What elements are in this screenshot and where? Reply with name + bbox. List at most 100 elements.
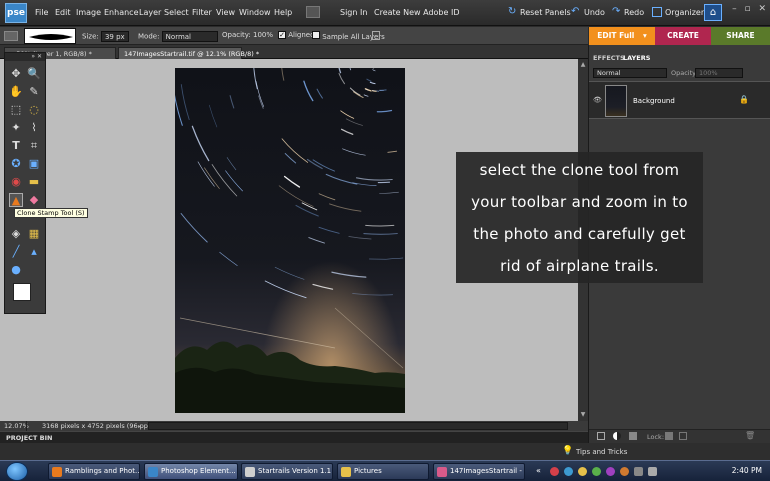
create-id-link[interactable]: Create New Adobe ID [374, 8, 459, 17]
menu-filter[interactable]: Filter [192, 8, 212, 17]
menu-edit[interactable]: Edit [55, 8, 71, 17]
menu-help[interactable]: Help [274, 8, 292, 17]
tray-app-icon-2[interactable] [564, 467, 573, 476]
sign-in-link[interactable]: Sign In [340, 8, 367, 17]
menu-enhance[interactable]: Enhance [104, 8, 139, 17]
taskbar-clock[interactable]: 2:40 PM [732, 466, 762, 475]
blend-mode-select[interactable]: Normal [593, 68, 667, 78]
tray-arrow-icon[interactable]: « [536, 466, 541, 475]
sponge-tool-icon[interactable]: ● [9, 263, 23, 277]
toolbox-header[interactable]: » ✕ [5, 53, 45, 61]
edit-full-button[interactable]: EDIT Full ▾ [589, 27, 655, 45]
clone-tool-preset-icon[interactable] [4, 31, 18, 41]
task-label: Photoshop Element... [161, 467, 236, 475]
undo-button[interactable]: Undo [584, 8, 605, 17]
volume-icon[interactable] [648, 467, 657, 476]
startrail-image [175, 68, 405, 413]
marquee-tool-icon[interactable]: ⬚ [9, 103, 23, 117]
tray-app-icon-4[interactable] [592, 467, 601, 476]
lock-all-icon[interactable] [679, 432, 687, 440]
close-icon[interactable]: ✕ [758, 4, 766, 14]
mode-select[interactable]: Normal [161, 31, 218, 42]
reset-panels-button[interactable]: Reset Panels [520, 8, 571, 17]
layer-opacity-input[interactable]: 100% [695, 68, 743, 78]
tray-app-icon-3[interactable] [578, 467, 587, 476]
red-eye-tool-icon[interactable]: ◉ [9, 175, 23, 189]
size-input[interactable]: 39 px [100, 31, 129, 42]
menu-view[interactable]: View [216, 8, 235, 17]
healing-brush-tool-icon[interactable]: ▬ [27, 175, 41, 189]
project-bin-bar[interactable]: PROJECT BIN [0, 431, 588, 443]
lock-transparent-icon[interactable] [665, 432, 673, 440]
system-tray: « [530, 463, 716, 480]
info-arrow-icon[interactable]: ▸ [138, 423, 141, 430]
trash-icon[interactable]: 🗑 [745, 431, 755, 440]
startrail-photo[interactable] [175, 68, 405, 413]
hand-tool-icon[interactable]: ✋ [9, 85, 23, 99]
opacity-input[interactable]: 100% [253, 31, 273, 39]
horizontal-scrollbar[interactable] [148, 422, 568, 430]
brush-tool-icon[interactable]: ╱ [9, 245, 23, 259]
task-photoshop-elements[interactable]: Photoshop Element... [144, 463, 238, 480]
tab-effects[interactable]: EFFECTS [593, 54, 625, 62]
foreground-color-swatch[interactable] [13, 283, 31, 301]
layer-thumbnail [605, 85, 627, 117]
network-icon[interactable] [634, 467, 643, 476]
create-button[interactable]: CREATE [655, 27, 711, 45]
maximize-icon[interactable]: ▫ [744, 4, 750, 14]
magic-wand-tool-icon[interactable]: ✦ [9, 121, 23, 135]
cookie-cutter-tool-icon[interactable]: ✪ [9, 157, 23, 171]
menu-window[interactable]: Window [239, 8, 271, 17]
task-startrail-image[interactable]: 147ImagesStartrail - ... [433, 463, 525, 480]
mode-switcher: EDIT Full ▾ CREATE SHARE [589, 27, 770, 45]
task-startrails[interactable]: Startrails Version 1.1 [241, 463, 333, 480]
brush-preview[interactable] [24, 28, 76, 44]
organizer-button[interactable]: Organizer [665, 8, 704, 17]
redo-button[interactable]: Redo [624, 8, 644, 17]
tab-layers[interactable]: LAYERS [623, 54, 650, 62]
sample-all-checkbox[interactable] [312, 31, 320, 39]
straighten-tool-icon[interactable]: ▣ [27, 157, 41, 171]
scroll-up-icon[interactable]: ▲ [579, 61, 587, 69]
visibility-eye-icon[interactable]: 👁 [593, 96, 602, 104]
tray-app-icon-5[interactable] [606, 467, 615, 476]
home-icon[interactable]: ⌂ [704, 4, 722, 21]
minimize-icon[interactable]: – [732, 4, 737, 14]
tray-app-icon-6[interactable] [620, 467, 629, 476]
crop-tool-icon[interactable]: ⌗ [27, 139, 41, 153]
layer-mask-icon[interactable] [629, 432, 637, 440]
new-layer-icon[interactable] [597, 432, 605, 440]
blur-tool-icon[interactable]: ▴ [27, 245, 41, 259]
aligned-checkbox[interactable]: ✓ [278, 31, 286, 39]
menu-layer[interactable]: Layer [139, 8, 161, 17]
tab-startrail-doc[interactable]: 147ImagesStartrail.tif @ 12.1% (RGB/8) * [118, 47, 259, 59]
photoshop-icon [148, 467, 158, 477]
tray-app-icon-1[interactable] [550, 467, 559, 476]
menu-image[interactable]: Image [76, 8, 101, 17]
layer-name[interactable]: Background [633, 97, 675, 105]
clone-stamp-tool-icon[interactable]: ▲ [9, 193, 23, 207]
adjustment-layer-icon[interactable] [613, 432, 621, 440]
menu-select[interactable]: Select [164, 8, 189, 17]
overlay-options-icon[interactable] [372, 31, 380, 40]
layer-row-background[interactable]: 👁 Background 🔒 [589, 81, 770, 119]
zoom-tool-icon[interactable]: 🔍 [27, 67, 41, 81]
eyedropper-tool-icon[interactable]: ✎ [27, 85, 41, 99]
scroll-down-icon[interactable]: ▼ [579, 411, 587, 419]
tips-link[interactable]: Tips and Tricks [576, 448, 627, 456]
lasso-tool-icon[interactable]: ◌ [27, 103, 41, 117]
arrange-icon[interactable] [306, 6, 320, 18]
task-ramblings[interactable]: Ramblings and Phot... [48, 463, 140, 480]
move-tool-icon[interactable]: ✥ [9, 67, 23, 81]
main-menu: File Edit Image Enhance Layer Select Fil… [35, 8, 305, 20]
gradient-tool-icon[interactable]: ▦ [27, 227, 41, 241]
windows-taskbar: Ramblings and Phot... Photoshop Element.… [0, 460, 770, 481]
paint-bucket-tool-icon[interactable]: ◈ [9, 227, 23, 241]
start-button[interactable] [6, 462, 28, 481]
task-pictures[interactable]: Pictures [337, 463, 429, 480]
share-button[interactable]: SHARE [711, 27, 770, 45]
type-tool-icon[interactable]: T [9, 139, 23, 153]
menu-file[interactable]: File [35, 8, 48, 17]
eraser-tool-icon[interactable]: ◆ [27, 193, 41, 207]
quick-selection-tool-icon[interactable]: ⌇ [27, 121, 41, 135]
